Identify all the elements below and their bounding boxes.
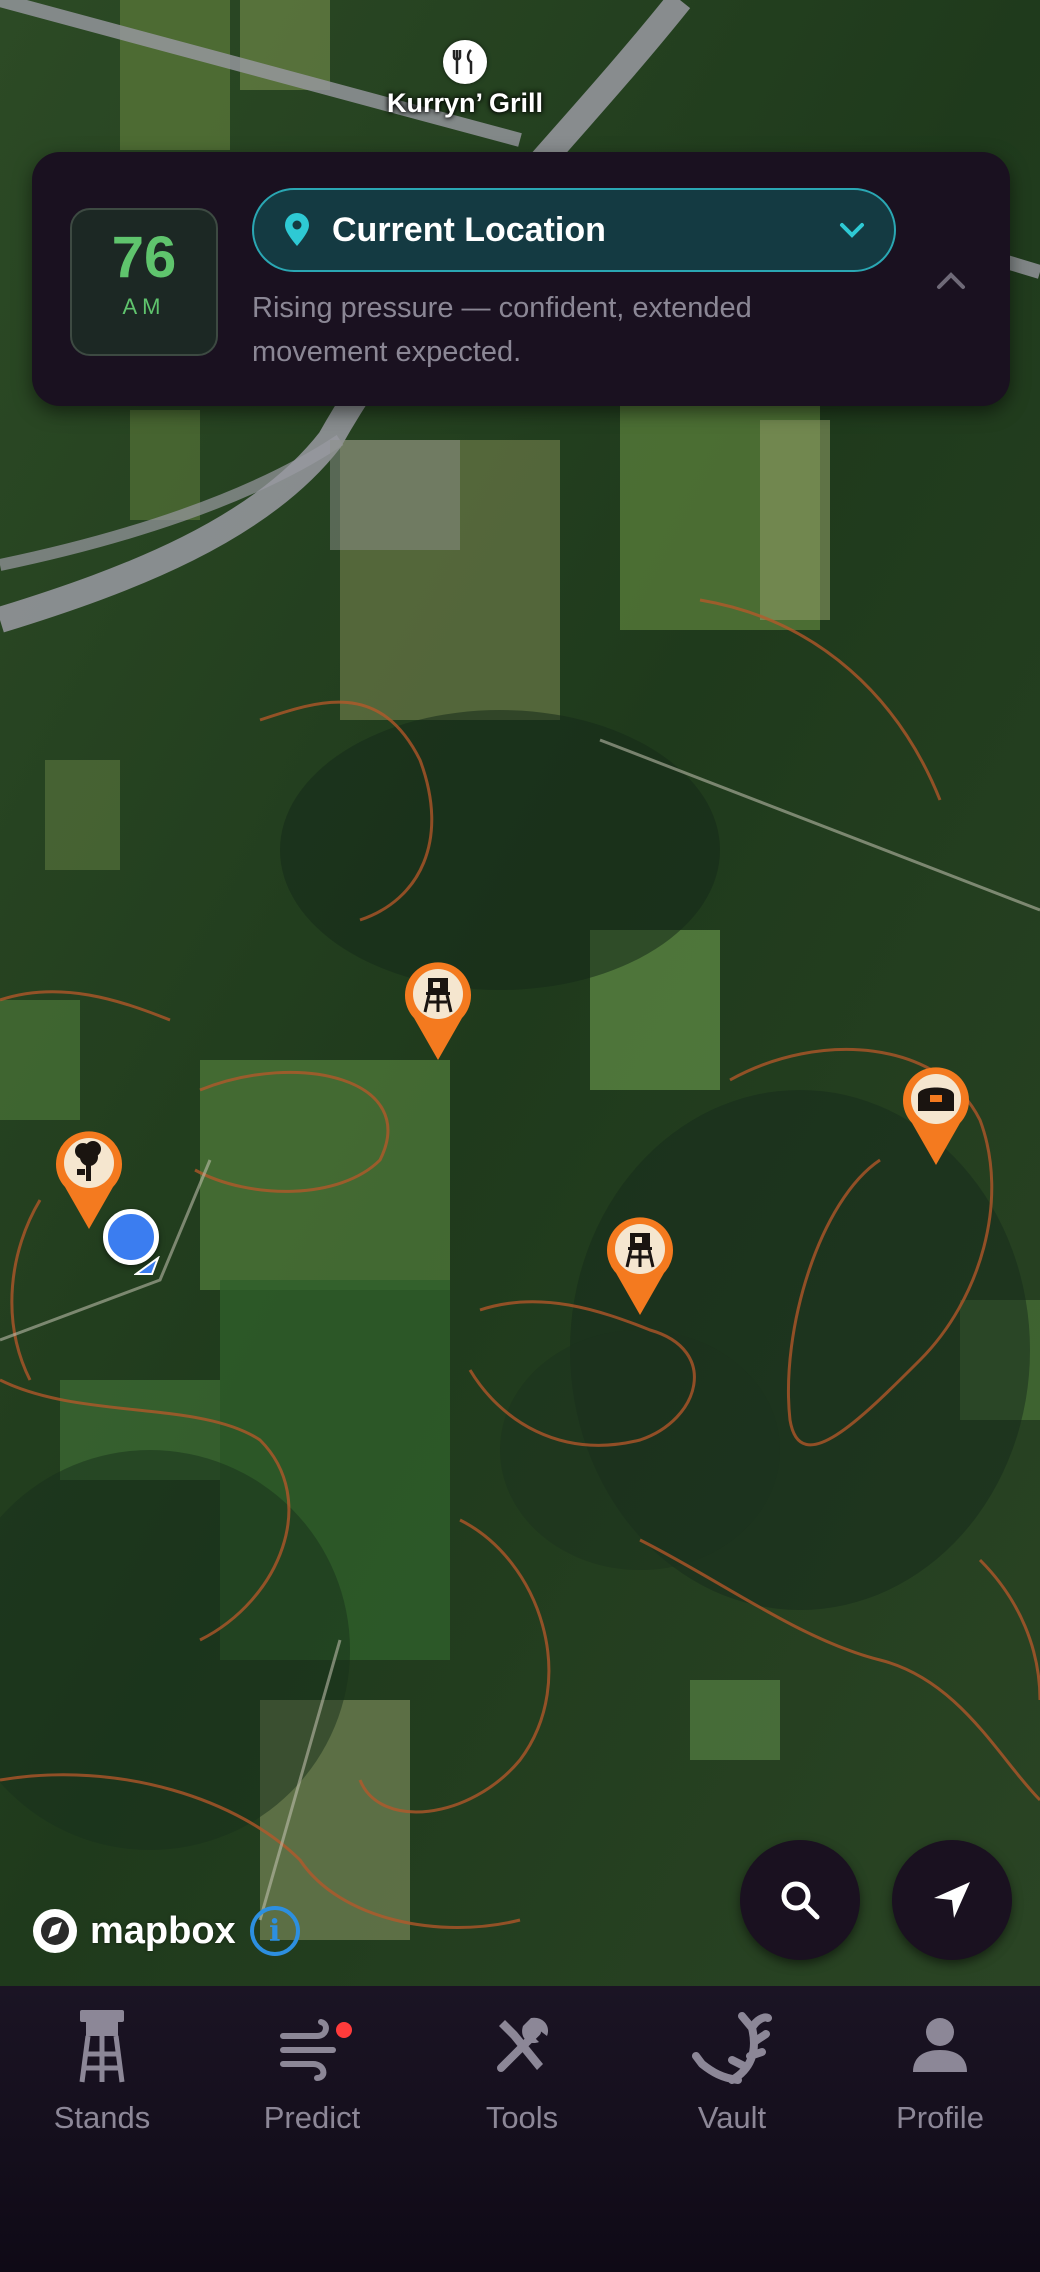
tab-vault[interactable]: Vault: [642, 2006, 822, 2136]
fork-knife-icon: [443, 40, 487, 84]
movement-score: 76: [111, 225, 177, 290]
stand-icon: [79, 2010, 125, 2083]
person-icon: [913, 2018, 967, 2072]
tab-label: Profile: [896, 2100, 984, 2135]
chevron-down-icon: [840, 223, 864, 238]
info-icon[interactable]: i: [249, 1906, 300, 1956]
poi-label: Kurryn’ Grill: [386, 88, 544, 118]
stand-pin[interactable]: [402, 958, 474, 1062]
heading-indicator-icon: [134, 1256, 160, 1275]
forecast-card: 76 AM Current Location Rising pressure —…: [32, 152, 1010, 406]
ground-blind-icon: [918, 1087, 954, 1111]
tab-label: Predict: [263, 2100, 361, 2135]
search-button[interactable]: [740, 1840, 860, 1960]
stand-pin[interactable]: [604, 1213, 676, 1317]
notification-badge: [336, 2022, 352, 2038]
mapbox-attribution[interactable]: mapbox i: [30, 1906, 300, 1956]
bottom-tab-bar: Stands Predict Tools Vault Profile: [0, 1986, 1040, 2272]
score-period: AM: [122, 294, 166, 319]
navigation-arrow-icon: [934, 1882, 970, 1918]
location-label: Current Location: [332, 210, 606, 249]
chevron-up-icon[interactable]: [934, 270, 968, 292]
search-icon: [781, 1881, 820, 1920]
stand-pin[interactable]: [900, 1063, 972, 1167]
forecast-description: Rising pressure — confident, extended mo…: [252, 292, 752, 368]
tab-label: Vault: [697, 2100, 767, 2135]
location-pin-icon: [285, 213, 309, 246]
mapbox-logo-icon: [33, 1909, 77, 1953]
tab-predict[interactable]: Predict: [222, 2006, 402, 2136]
tab-label: Tools: [485, 2100, 559, 2135]
mapbox-wordmark: mapbox: [90, 1909, 236, 1952]
locate-me-button[interactable]: [892, 1840, 1012, 1960]
tab-label: Stands: [53, 2100, 151, 2135]
tools-icon: [497, 2017, 549, 2072]
movement-score-badge[interactable]: 76 AM: [70, 208, 218, 356]
tab-tools[interactable]: Tools: [432, 2006, 612, 2136]
tab-stands[interactable]: Stands: [12, 2006, 192, 2136]
tab-profile[interactable]: Profile: [850, 2006, 1030, 2136]
location-selector[interactable]: Current Location: [252, 188, 896, 272]
wind-icon: [280, 2019, 336, 2081]
antler-icon: [692, 2012, 772, 2084]
poi-restaurant[interactable]: Kurryn’ Grill: [380, 40, 550, 119]
